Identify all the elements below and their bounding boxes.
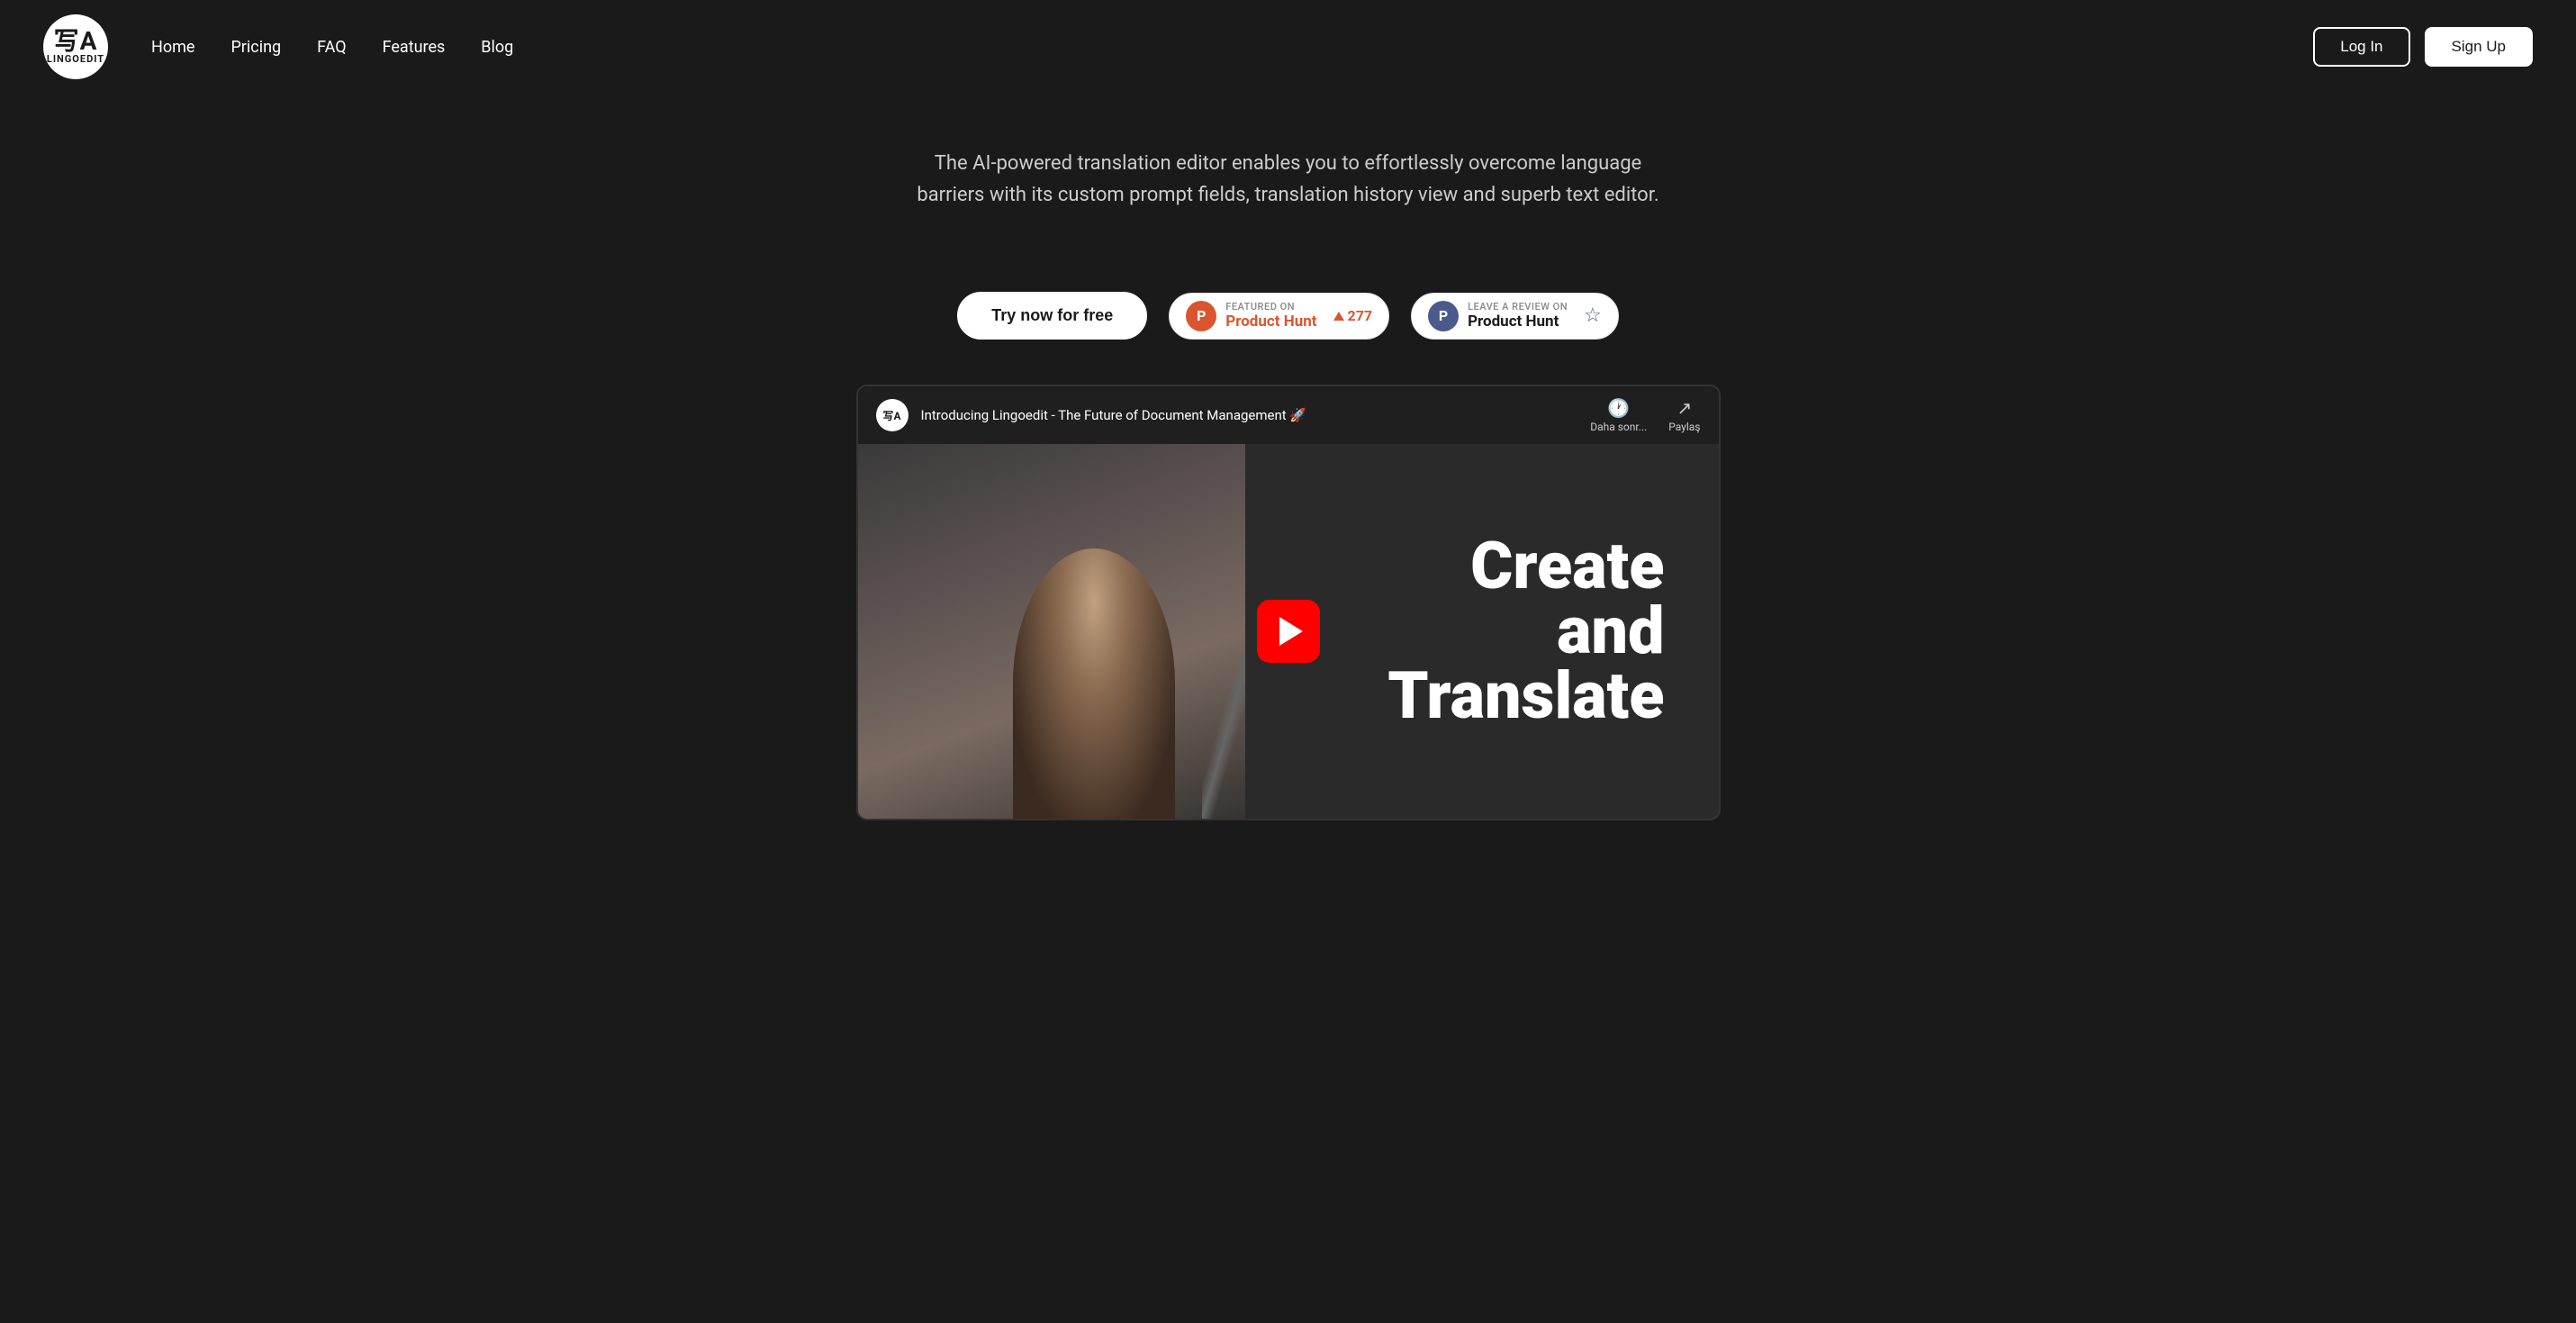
nav-right: Log In Sign Up bbox=[2313, 27, 2533, 67]
play-button[interactable] bbox=[1257, 600, 1320, 663]
video-thumbnail: Create and Translate bbox=[858, 444, 1719, 819]
hero-subtitle: The AI-powered translation editor enable… bbox=[901, 148, 1676, 211]
signup-button[interactable]: Sign Up bbox=[2425, 27, 2533, 67]
nav-link-blog[interactable]: Blog bbox=[481, 38, 513, 57]
ph-review-text: LEAVE A REVIEW ON Product Hunt bbox=[1468, 301, 1568, 331]
share-action[interactable]: ↗ Paylaş bbox=[1668, 397, 1700, 433]
ph-featured-name: Product Hunt bbox=[1225, 313, 1316, 331]
watch-later-label: Daha sonr... bbox=[1590, 421, 1647, 433]
video-actions: 🕐 Daha sonr... ↗ Paylaş bbox=[1590, 397, 1700, 433]
share-label: Paylaş bbox=[1668, 421, 1700, 433]
clock-icon: 🕐 bbox=[1607, 397, 1630, 419]
ph-review-label: LEAVE A REVIEW ON bbox=[1468, 301, 1568, 313]
producthunt-featured-badge[interactable]: P FEATURED ON Product Hunt 277 bbox=[1169, 293, 1389, 340]
ph-star-icon: ☆ bbox=[1584, 304, 1602, 327]
video-section: 写A Introducing Lingoedit - The Future of… bbox=[856, 385, 1721, 820]
logo-symbol: 写A bbox=[47, 29, 104, 54]
try-now-button[interactable]: Try now for free bbox=[957, 292, 1147, 340]
navbar: 写A LINGOEDIT Home Pricing FAQ Features B… bbox=[0, 0, 2576, 94]
nav-links: Home Pricing FAQ Features Blog bbox=[151, 38, 513, 57]
nav-link-features[interactable]: Features bbox=[383, 38, 446, 57]
nav-item-home[interactable]: Home bbox=[151, 38, 194, 57]
brand-name: LINGOEDIT bbox=[47, 53, 104, 65]
video-frame: 写A Introducing Lingoedit - The Future of… bbox=[858, 386, 1719, 819]
hero-section: The AI-powered translation editor enable… bbox=[883, 94, 1694, 292]
ph-arrow-icon bbox=[1333, 312, 1344, 321]
cta-row: Try now for free P FEATURED ON Product H… bbox=[0, 292, 2576, 340]
nav-link-pricing[interactable]: Pricing bbox=[230, 38, 281, 57]
logo[interactable]: 写A LINGOEDIT bbox=[43, 14, 108, 79]
video-logo: 写A bbox=[876, 399, 908, 431]
person-shape bbox=[1013, 548, 1175, 819]
nav-item-faq[interactable]: FAQ bbox=[317, 38, 346, 57]
video-title: Introducing Lingoedit - The Future of Do… bbox=[921, 407, 1578, 423]
producthunt-review-badge[interactable]: P LEAVE A REVIEW ON Product Hunt ☆ bbox=[1411, 293, 1619, 340]
login-button[interactable]: Log In bbox=[2313, 27, 2409, 67]
nav-item-blog[interactable]: Blog bbox=[481, 38, 513, 57]
nav-left: 写A LINGOEDIT Home Pricing FAQ Features B… bbox=[43, 14, 513, 79]
ph-review-icon: P bbox=[1428, 301, 1459, 331]
nav-link-home[interactable]: Home bbox=[151, 38, 194, 57]
ph-count-number: 277 bbox=[1348, 307, 1373, 324]
nav-link-faq[interactable]: FAQ bbox=[317, 38, 346, 57]
play-icon bbox=[1279, 617, 1303, 646]
watch-later-action[interactable]: 🕐 Daha sonr... bbox=[1590, 397, 1647, 433]
ph-featured-text: FEATURED ON Product Hunt bbox=[1225, 301, 1316, 331]
video-create-text: Create and Translate bbox=[1387, 534, 1664, 729]
video-top-bar: 写A Introducing Lingoedit - The Future of… bbox=[858, 386, 1719, 444]
ph-vote-count: 277 bbox=[1333, 307, 1373, 324]
ph-review-name: Product Hunt bbox=[1468, 313, 1559, 331]
ph-featured-label: FEATURED ON bbox=[1225, 301, 1295, 313]
video-text-overlay: Create and Translate bbox=[1387, 534, 1664, 729]
nav-item-pricing[interactable]: Pricing bbox=[230, 38, 281, 57]
nav-item-features[interactable]: Features bbox=[383, 38, 446, 57]
share-icon: ↗ bbox=[1677, 397, 1692, 419]
ph-featured-icon: P bbox=[1186, 301, 1216, 331]
